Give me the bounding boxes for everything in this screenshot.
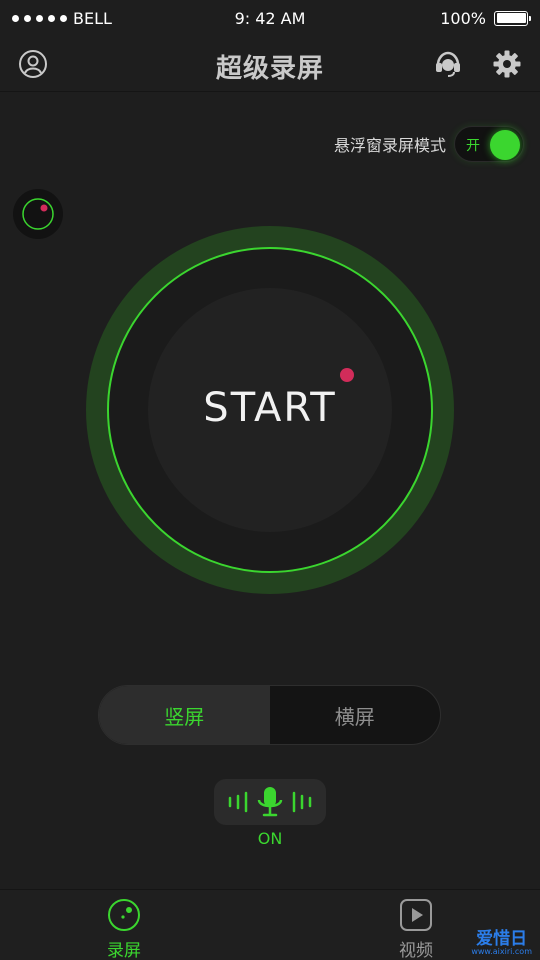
gear-icon[interactable] [491, 48, 523, 80]
float-mode-toggle[interactable]: 开 [454, 126, 524, 162]
signal-strength-icon [12, 14, 67, 22]
video-play-icon [400, 899, 432, 931]
landscape-option[interactable]: 横屏 [270, 686, 441, 744]
toggle-knob [490, 130, 520, 160]
watermark-url: www.aixiri.com [471, 947, 532, 956]
float-mode-setting: 悬浮窗录屏模式 开 [334, 126, 524, 162]
tab-record[interactable]: 录屏 [79, 898, 169, 960]
microphone-icon [228, 787, 312, 817]
tab-videos[interactable]: 视频 [371, 898, 461, 960]
portrait-option[interactable]: 竖屏 [99, 686, 270, 744]
floating-record-button[interactable] [13, 189, 63, 239]
tab-bar: 录屏 视频 爱惜日 www.aixiri.com [0, 889, 540, 960]
orientation-selector: 竖屏 横屏 [98, 685, 441, 745]
customer-service-headset-icon[interactable] [432, 48, 464, 80]
app-header: 超级录屏 [0, 36, 540, 92]
watermark-logo: 爱惜日 www.aixiri.com [471, 931, 532, 956]
signal-carrier: BELL [12, 9, 112, 28]
status-bar: BELL 9: 42 AM 100% [0, 0, 540, 36]
tab-record-label: 录屏 [107, 941, 141, 960]
battery-icon [494, 10, 531, 26]
tab-videos-label: 视频 [399, 941, 433, 960]
carrier-name: BELL [73, 8, 112, 28]
toggle-on-text: 开 [466, 138, 480, 154]
battery-percent: 100% [440, 8, 486, 28]
record-indicator-dot [340, 368, 354, 382]
microphone-status: ON [257, 829, 283, 848]
start-label[interactable]: START [86, 385, 454, 431]
microphone-toggle[interactable] [214, 779, 326, 825]
record-tab-icon [108, 899, 140, 931]
watermark-text: 爱惜日 [476, 929, 528, 949]
mini-record-icon [22, 198, 54, 230]
float-mode-label: 悬浮窗录屏模式 [333, 136, 446, 155]
